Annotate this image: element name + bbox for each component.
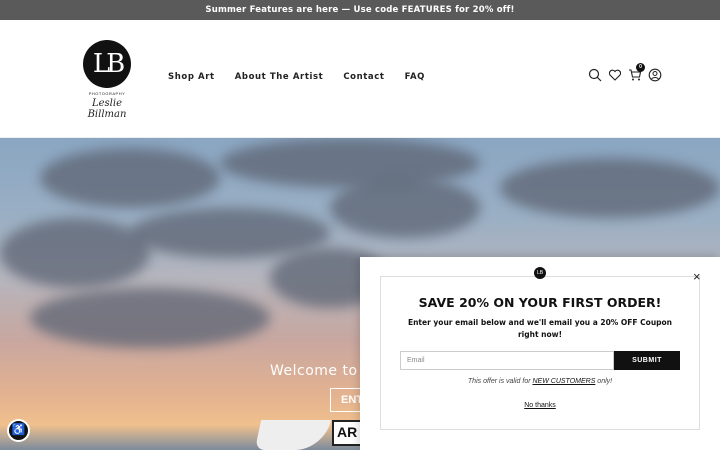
nav-contact[interactable]: Contact <box>343 72 384 82</box>
nav-faq[interactable]: FAQ <box>405 72 425 82</box>
accessibility-icon[interactable]: ♿ <box>7 419 30 442</box>
popup-title: SAVE 20% ON YOUR FIRST ORDER! <box>418 295 662 310</box>
offer-note: This offer is valid for NEW CUSTOMERS on… <box>360 378 720 385</box>
offer-note-suffix: only! <box>595 378 613 385</box>
new-customers-link[interactable]: NEW CUSTOMERS <box>532 378 595 385</box>
submit-button[interactable]: SUBMIT <box>614 351 680 370</box>
signup-popup: × LB SAVE 20% ON YOUR FIRST ORDER! Enter… <box>360 257 720 450</box>
nav-about-artist[interactable]: About The Artist <box>235 72 324 82</box>
nav-shop-art[interactable]: Shop Art <box>168 72 215 82</box>
site-header: LB PHOTOGRAPHY Leslie Billman Shop Art A… <box>0 20 720 138</box>
boat-image <box>254 420 332 450</box>
user-icon[interactable] <box>648 68 662 82</box>
cart-count-badge: 0 <box>636 63 645 72</box>
email-input[interactable]: Email <box>400 351 614 370</box>
site-logo[interactable]: LB PHOTOGRAPHY Leslie Billman <box>74 40 140 120</box>
close-icon[interactable]: × <box>693 269 701 284</box>
main-nav: Shop Art About The Artist Contact FAQ <box>168 72 425 82</box>
logo-mark: LB <box>83 40 131 88</box>
logo-tagline: PHOTOGRAPHY <box>88 91 126 96</box>
search-icon[interactable] <box>588 68 602 82</box>
heart-icon[interactable] <box>608 68 622 82</box>
popup-logo: LB <box>534 267 546 279</box>
no-thanks-link[interactable]: No thanks <box>360 402 720 409</box>
popup-description: Enter your email below and we'll email y… <box>407 318 673 339</box>
announcement-bar[interactable]: Summer Features are here — Use code FEAT… <box>0 0 720 20</box>
hero-title: Welcome to <box>270 363 358 379</box>
offer-note-prefix: This offer is valid for <box>467 378 533 385</box>
header-icons: 0 <box>588 63 662 82</box>
logo-signature: Leslie Billman <box>87 98 127 120</box>
cart-icon[interactable]: 0 <box>628 63 645 82</box>
ar-badge: AR <box>332 420 362 446</box>
